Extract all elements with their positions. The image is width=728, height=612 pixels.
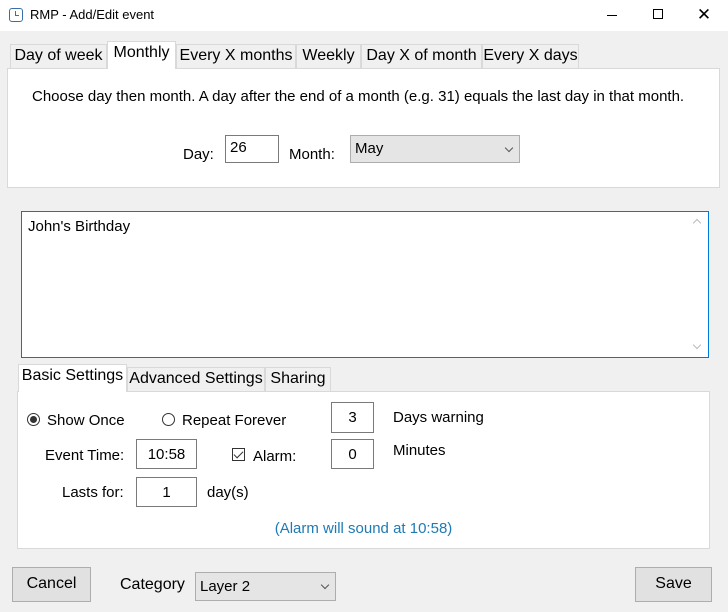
alarm-label: Alarm: <box>253 448 297 465</box>
tab-day-of-week[interactable]: Day of week <box>10 44 107 68</box>
close-icon[interactable]: ✕ <box>681 0 727 31</box>
tab-day-x-of-month[interactable]: Day X of month <box>361 44 482 68</box>
cancel-button[interactable]: Cancel <box>12 567 91 602</box>
days-warning-label: Days warning <box>393 409 484 426</box>
monthly-description: Choose day then month. A day after the e… <box>32 88 685 105</box>
alarm-checkbox[interactable] <box>232 448 245 461</box>
maximize-icon[interactable] <box>635 0 681 31</box>
event-time-input[interactable]: 10:58 <box>136 439 197 469</box>
repeat-forever-radio[interactable] <box>162 413 175 426</box>
days-warning-input[interactable]: 3 <box>331 402 374 433</box>
day-label: Day: <box>183 146 214 163</box>
chevron-down-icon <box>320 580 330 590</box>
chevron-down-icon <box>504 143 514 153</box>
alarm-note: (Alarm will sound at 10:58) <box>274 520 453 537</box>
show-once-label: Show Once <box>47 412 125 429</box>
tab-every-x-days[interactable]: Every X days <box>482 44 579 68</box>
tab-weekly[interactable]: Weekly <box>296 44 361 68</box>
tab-monthly[interactable]: Monthly <box>107 41 176 69</box>
day-input[interactable]: 26 <box>225 135 279 163</box>
minimize-icon[interactable] <box>589 0 635 31</box>
event-text: John's Birthday <box>28 218 131 235</box>
tab-sharing[interactable]: Sharing <box>265 367 331 391</box>
category-select-value: Layer 2 <box>200 578 251 595</box>
category-select[interactable]: Layer 2 <box>195 572 336 601</box>
alarm-minutes-input[interactable]: 0 <box>331 439 374 469</box>
event-time-label: Event Time: <box>45 447 125 464</box>
category-label: Category <box>120 576 185 593</box>
days-unit-label: day(s) <box>207 484 249 501</box>
show-once-radio[interactable] <box>27 413 40 426</box>
app-clock-icon <box>9 8 23 22</box>
month-select-value: May <box>355 140 384 157</box>
lasts-for-label: Lasts for: <box>62 484 124 501</box>
month-label: Month: <box>289 146 335 163</box>
minutes-label: Minutes <box>393 442 446 459</box>
save-button[interactable]: Save <box>635 567 712 602</box>
tab-basic-settings[interactable]: Basic Settings <box>18 364 127 392</box>
repeat-forever-label: Repeat Forever <box>182 412 287 429</box>
month-select[interactable]: May <box>350 135 520 163</box>
tab-advanced-settings[interactable]: Advanced Settings <box>127 367 265 391</box>
tab-every-x-months[interactable]: Every X months <box>176 44 296 68</box>
window-title: RMP - Add/Edit event <box>30 7 155 22</box>
lasts-for-input[interactable]: 1 <box>136 477 197 507</box>
